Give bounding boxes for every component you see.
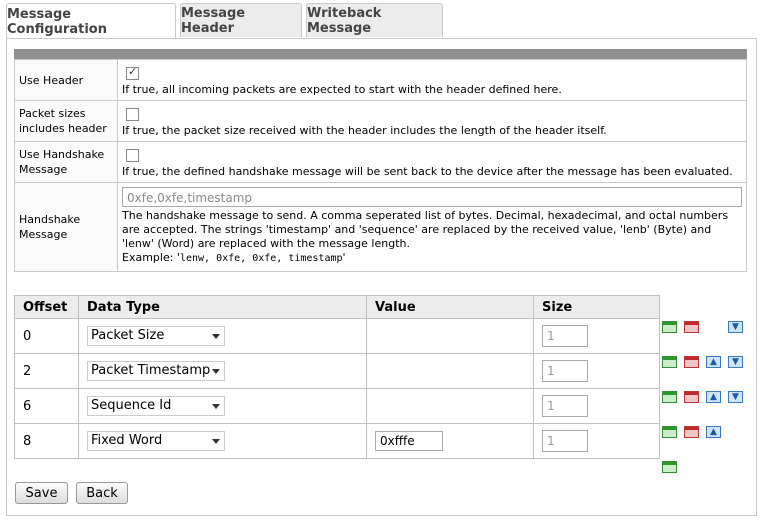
- table-header-row: Offset Data Type Value Size: [14, 295, 660, 319]
- data-type-select[interactable]: Packet Timestamp: [87, 361, 225, 381]
- tab-message-configuration[interactable]: Message Configuration: [6, 3, 176, 39]
- tab-message-header[interactable]: Message Header: [180, 3, 302, 37]
- move-down-icon[interactable]: ▼: [728, 321, 743, 333]
- handshake-example: Example: 'lenw, 0xfe, 0xfe, timestamp': [122, 251, 346, 264]
- move-up-icon[interactable]: ▲: [706, 426, 721, 438]
- packet-sizes-row: Packet sizes includes header If true, th…: [14, 100, 747, 142]
- add-row-icon[interactable]: [662, 461, 677, 473]
- size-input[interactable]: 1: [542, 360, 588, 382]
- offset-cell: 6: [14, 388, 79, 424]
- use-header-row: Use Header ✓ If true, all incoming packe…: [14, 59, 747, 101]
- data-type-select[interactable]: Sequence Id: [87, 396, 225, 416]
- back-button[interactable]: Back: [76, 482, 128, 504]
- table-row: 2 Packet Timestamp 1: [14, 353, 660, 389]
- add-row-icon[interactable]: [662, 426, 677, 438]
- size-input[interactable]: 1: [542, 430, 588, 452]
- table-row: 6 Sequence Id 1: [14, 388, 660, 424]
- packet-sizes-checkbox[interactable]: [126, 108, 139, 121]
- move-down-icon[interactable]: ▼: [728, 356, 743, 368]
- use-header-label: Use Header: [14, 59, 118, 101]
- move-down-icon[interactable]: ▼: [728, 391, 743, 403]
- column-data-type: Data Type: [78, 295, 367, 319]
- checkmark-icon: ✓: [128, 65, 138, 78]
- use-handshake-label: Use Handshake Message: [14, 141, 118, 183]
- value-cell: [366, 353, 534, 389]
- add-row-icon[interactable]: [662, 321, 677, 333]
- table-row: 0 Packet Size 1: [14, 318, 660, 354]
- chevron-down-icon: [212, 439, 220, 444]
- size-input[interactable]: 1: [542, 325, 588, 347]
- tab-writeback-message[interactable]: Writeback Message: [306, 3, 443, 37]
- use-handshake-description: If true, the defined handshake message w…: [122, 165, 733, 178]
- column-size: Size: [533, 295, 660, 319]
- handshake-label: Handshake Message: [14, 182, 118, 272]
- use-handshake-checkbox[interactable]: [126, 149, 139, 162]
- packet-sizes-label: Packet sizes includes header: [14, 100, 118, 142]
- offset-cell: 8: [14, 423, 79, 459]
- data-type-select[interactable]: Packet Size: [87, 326, 225, 346]
- handshake-example-code: lenw, 0xfe, 0xfe, timestamp: [179, 253, 343, 264]
- header-fields-table: Offset Data Type Value Size 0 Packet Siz…: [14, 295, 660, 459]
- delete-row-icon[interactable]: [684, 391, 699, 403]
- chevron-down-icon: [212, 404, 220, 409]
- move-up-icon[interactable]: ▲: [706, 391, 721, 403]
- save-button[interactable]: Save: [15, 482, 68, 504]
- value-input[interactable]: 0xfffe: [375, 431, 443, 451]
- value-cell: [366, 388, 534, 424]
- offset-cell: 0: [14, 318, 79, 354]
- section-header-bar: [14, 49, 747, 59]
- delete-row-icon[interactable]: [684, 426, 699, 438]
- table-row: 8 Fixed Word 0xfffe 1: [14, 423, 660, 459]
- column-value: Value: [366, 295, 534, 319]
- column-offset: Offset: [14, 295, 79, 319]
- handshake-description: The handshake message to send. A comma s…: [122, 209, 729, 250]
- delete-row-icon[interactable]: [684, 356, 699, 368]
- chevron-down-icon: [212, 369, 220, 374]
- use-handshake-row: Use Handshake Message If true, the defin…: [14, 141, 747, 183]
- value-cell: [366, 318, 534, 354]
- use-header-description: If true, all incoming packets are expect…: [122, 83, 562, 96]
- delete-row-icon[interactable]: [684, 321, 699, 333]
- add-row-icon[interactable]: [662, 391, 677, 403]
- chevron-down-icon: [212, 334, 220, 339]
- move-up-icon[interactable]: ▲: [706, 356, 721, 368]
- handshake-row: Handshake Message 0xfe,0xfe,timestamp Th…: [14, 182, 747, 272]
- use-header-checkbox[interactable]: ✓: [126, 65, 139, 80]
- data-type-select[interactable]: Fixed Word: [87, 431, 225, 451]
- size-input[interactable]: 1: [542, 395, 588, 417]
- add-row-icon[interactable]: [662, 356, 677, 368]
- packet-sizes-description: If true, the packet size received with t…: [122, 124, 607, 137]
- config-table: Use Header ✓ If true, all incoming packe…: [14, 59, 747, 272]
- handshake-input[interactable]: 0xfe,0xfe,timestamp: [122, 187, 742, 207]
- offset-cell: 2: [14, 353, 79, 389]
